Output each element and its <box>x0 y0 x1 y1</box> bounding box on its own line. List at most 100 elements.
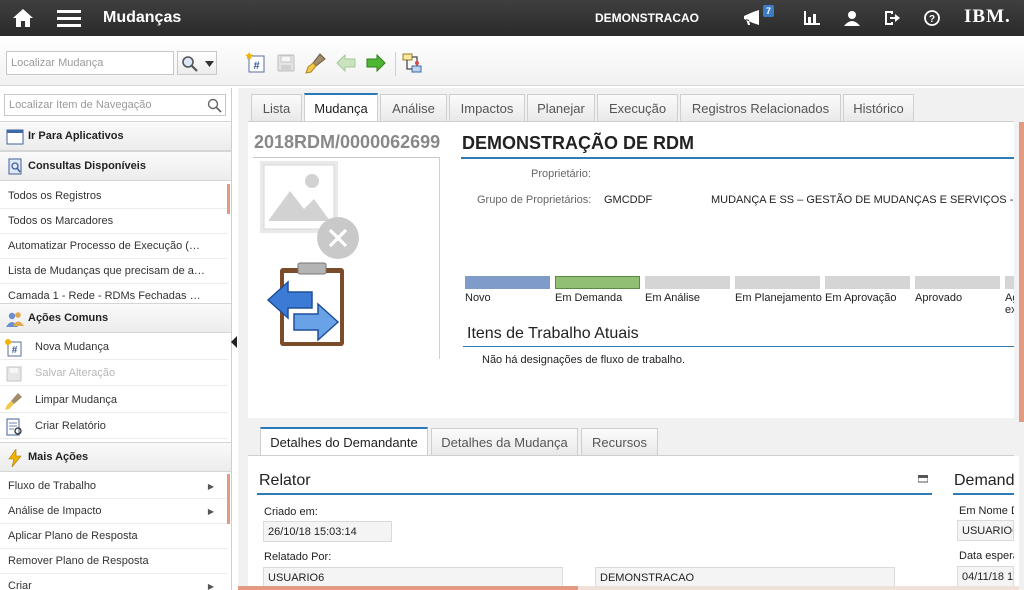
impact-analysis-label: Análise de Impacto <box>8 505 102 517</box>
on-behalf-label: Em Nome D <box>959 505 1014 517</box>
status-step-label: Em Aprovação <box>825 292 897 304</box>
owner-label: Proprietário: <box>531 168 591 180</box>
status-step-bar <box>915 276 1000 289</box>
help-icon[interactable]: ? <box>917 0 947 36</box>
people-icon <box>6 312 24 327</box>
tab-plan[interactable]: Planejar <box>527 94 595 121</box>
queries-scrollbar[interactable] <box>227 184 230 214</box>
next-arrow-icon[interactable] <box>363 50 389 76</box>
remove-image-icon[interactable] <box>316 216 360 260</box>
work-items-underline <box>463 346 1014 347</box>
horizontal-scrollbar-thumb[interactable] <box>238 586 578 590</box>
new-record-icon[interactable]: # <box>243 50 269 76</box>
chevron-right-icon: ▶ <box>207 581 214 590</box>
change-search-input[interactable]: Localizar Mudança <box>6 51 174 75</box>
common-actions-label: Ações Comuns <box>28 312 109 324</box>
on-behalf-value[interactable]: USUARIO6 <box>957 520 1014 541</box>
svg-text:#: # <box>253 60 259 72</box>
query-item[interactable]: Todos os Marcadores <box>0 209 228 234</box>
notification-count-badge[interactable]: 7 <box>763 5 775 17</box>
lightning-icon <box>8 449 22 467</box>
impact-analysis-menu-item[interactable]: Análise de Impacto ▶ <box>0 499 228 524</box>
ibm-logo: IBM. <box>964 6 1011 27</box>
created-value[interactable]: 26/10/18 15:03:14 <box>263 521 392 542</box>
tab-impacts[interactable]: Impactos <box>449 94 525 121</box>
status-step-label: Aprovado <box>915 292 963 304</box>
collapse-section-icon[interactable] <box>917 474 929 483</box>
owner-group-description: MUDANÇA E SS – GESTÃO DE MUDANÇAS E SERV… <box>711 194 1014 206</box>
subtab-change-details[interactable]: Detalhes da Mudança <box>431 428 578 455</box>
common-actions-header[interactable]: Ações Comuns <box>0 303 231 333</box>
clear-brush-icon[interactable] <box>303 50 329 76</box>
user-profile-icon[interactable] <box>837 0 867 36</box>
status-step-label: Novo <box>465 292 491 304</box>
queries-icon <box>8 158 22 175</box>
reported-by-value[interactable]: USUARIO6 <box>263 567 563 588</box>
sidebar: Localizar Item de Navegação Ir Para Apli… <box>0 88 232 590</box>
expected-date-value[interactable]: 04/11/18 15 <box>957 566 1014 587</box>
tab-execution[interactable]: Execução <box>597 94 678 121</box>
nav-search-input[interactable]: Localizar Item de Navegação <box>4 94 226 116</box>
search-button[interactable] <box>177 51 217 75</box>
create-report-label: Criar Relatório <box>35 420 106 432</box>
workflow-menu-item[interactable]: Fluxo de Trabalho ▶ <box>0 474 228 499</box>
tab-history[interactable]: Histórico <box>843 94 914 121</box>
menu-icon[interactable] <box>54 0 84 36</box>
svg-text:?: ? <box>929 14 935 25</box>
save-change-action[interactable]: Salvar Alteração <box>0 361 228 386</box>
go-to-applications-header[interactable]: Ir Para Aplicativos <box>0 121 231 151</box>
tab-change[interactable]: Mudança <box>304 93 378 121</box>
available-queries-header[interactable]: Consultas Disponíveis <box>0 151 231 181</box>
record-id-divider <box>253 157 440 158</box>
query-item[interactable]: Automatizar Processo de Execução (… <box>0 234 228 259</box>
search-icon <box>182 56 198 72</box>
report-chart-icon[interactable] <box>797 0 827 36</box>
chevron-down-icon[interactable] <box>205 61 214 67</box>
tab-related-records[interactable]: Registros Relacionados <box>680 94 841 121</box>
user-label: DEMONSTRACAO <box>595 11 699 25</box>
workflow-icon[interactable] <box>399 50 425 76</box>
create-menu-item[interactable]: Criar ▶ <box>0 574 228 590</box>
work-items-empty-message: Não há designações de fluxo de trabalho. <box>482 354 686 366</box>
clear-change-action[interactable]: Limpar Mudança <box>0 388 228 413</box>
window-icon <box>6 129 24 145</box>
expected-date-label: Data espera <box>959 550 1014 562</box>
apply-response-plan-item[interactable]: Aplicar Plano de Resposta <box>0 524 228 549</box>
status-step-label: Ag ex <box>1005 292 1014 316</box>
more-actions-label: Mais Ações <box>28 451 89 463</box>
tab-list[interactable]: Lista <box>251 94 302 121</box>
top-bar: Mudanças DEMONSTRACAO 7 ? IBM. <box>0 0 1024 36</box>
image-column-divider <box>439 158 440 359</box>
reported-by-label: Relatado Por: <box>264 551 332 563</box>
main-scrollbar-thumb[interactable] <box>1019 122 1024 422</box>
report-icon <box>6 418 22 436</box>
clear-change-label: Limpar Mudança <box>35 394 117 406</box>
save-change-label: Salvar Alteração <box>35 367 116 379</box>
subtab-resources[interactable]: Recursos <box>581 428 658 455</box>
save-icon <box>6 366 22 382</box>
more-actions-header[interactable]: Mais Ações <box>0 442 231 472</box>
previous-arrow-icon[interactable] <box>333 50 359 76</box>
logout-icon[interactable] <box>877 0 907 36</box>
create-menu-label: Criar <box>8 580 32 590</box>
subtab-requester-details[interactable]: Detalhes do Demandante <box>260 427 428 455</box>
owner-group-value[interactable]: GMCDDF <box>604 194 652 206</box>
chevron-right-icon: ▶ <box>207 506 214 516</box>
remove-response-plan-item[interactable]: Remover Plano de Resposta <box>0 549 228 574</box>
reporter-underline <box>257 493 932 495</box>
collapse-sidebar-handle[interactable] <box>231 336 237 348</box>
app-title: Mudanças <box>103 9 182 26</box>
save-icon[interactable] <box>273 50 299 76</box>
chevron-right-icon: ▶ <box>207 481 214 491</box>
workflow-menu-label: Fluxo de Trabalho <box>8 480 97 492</box>
home-icon[interactable] <box>8 0 38 36</box>
query-item[interactable]: Lista de Mudanças que precisam de a… <box>0 259 228 284</box>
tab-analysis[interactable]: Análise <box>380 94 447 121</box>
more-actions-scrollbar[interactable] <box>227 474 230 524</box>
status-step-label: Em Planejamento <box>735 292 822 304</box>
nav-search-icon[interactable] <box>207 98 222 113</box>
query-item[interactable]: Todos os Registros <box>0 184 228 209</box>
create-report-action[interactable]: Criar Relatório <box>0 414 228 439</box>
new-change-action[interactable]: # Nova Mudança <box>0 335 228 360</box>
new-change-label: Nova Mudança <box>35 341 109 353</box>
